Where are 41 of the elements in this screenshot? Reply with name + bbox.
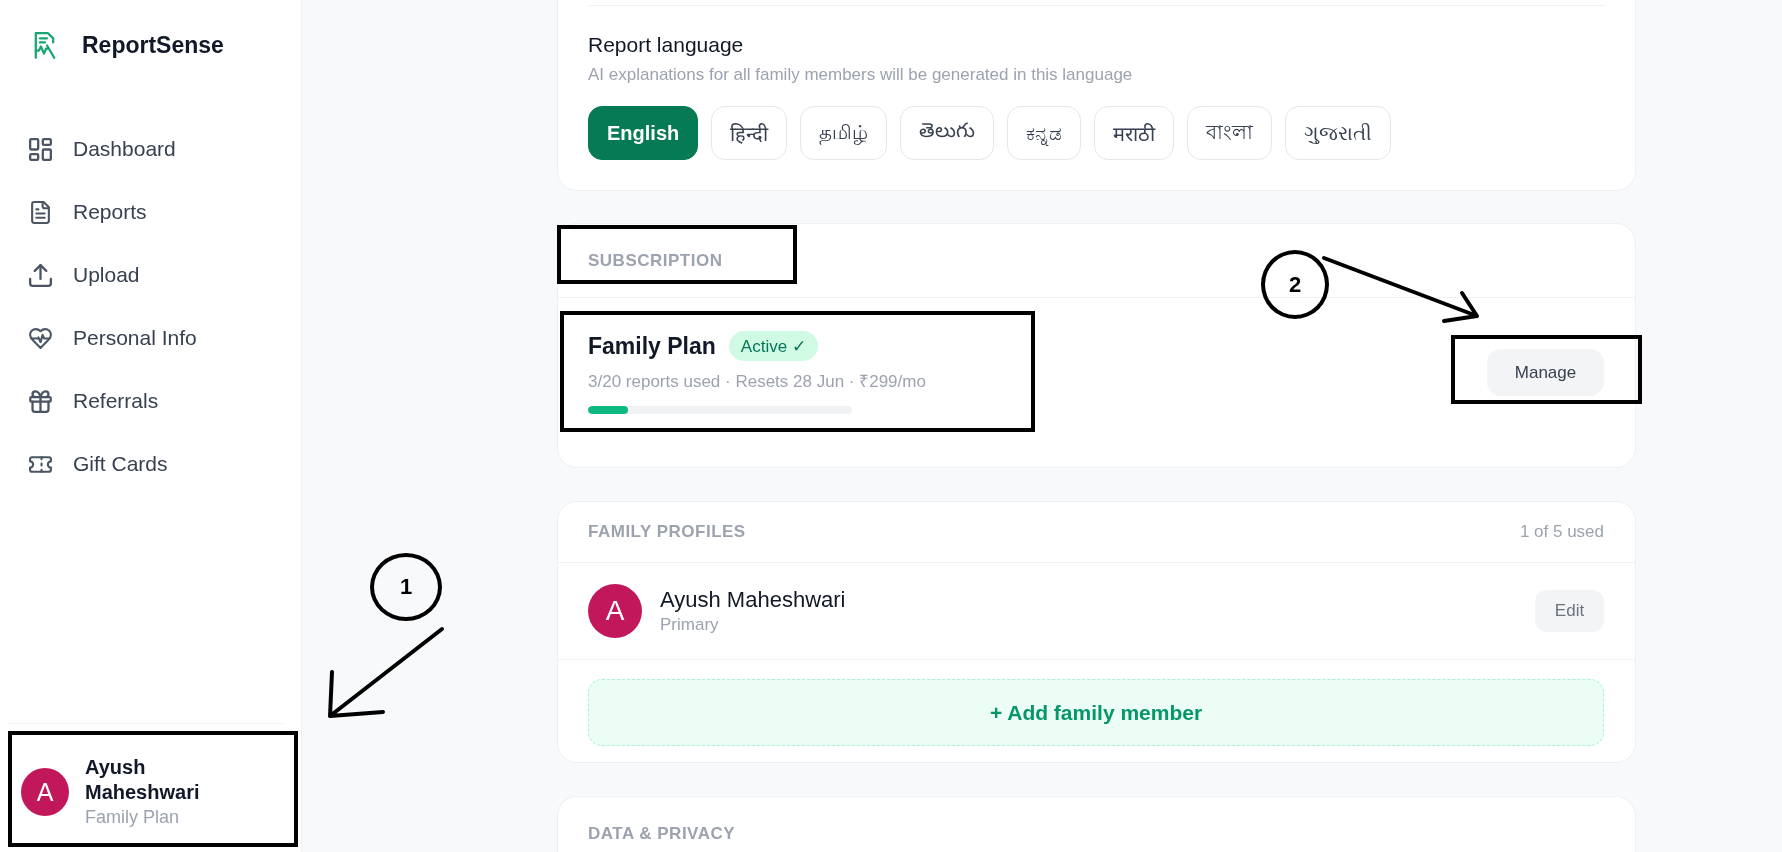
nav-item[interactable]: Personal Info (12, 313, 289, 363)
plan-usage: 3/20 reports used · Resets 28 Jun · ₹299/mo (588, 371, 926, 393)
nav-item[interactable]: Dashboard (12, 124, 289, 174)
nav-item[interactable]: Upload (12, 250, 289, 300)
section-description: AI explanations for all family members will be generated in this language (588, 64, 1134, 86)
member-role: Primary (660, 614, 720, 636)
add-member-button[interactable]: + Add family member (588, 679, 1604, 746)
document-icon (29, 200, 52, 224)
plan-name: Family Plan (588, 332, 716, 360)
manage-button[interactable]: Manage (1487, 349, 1604, 396)
language-option[interactable]: ಕನ್ನಡ (1007, 106, 1082, 160)
heart-pulse-icon (29, 326, 52, 350)
callout-number: 2 (1261, 250, 1329, 319)
brand-name: ReportSense (82, 31, 224, 59)
language-option[interactable]: English (588, 106, 699, 160)
status-badge: Active ✓ (728, 331, 818, 361)
upload-icon (29, 263, 52, 287)
edit-button[interactable]: Edit (1535, 590, 1604, 632)
nav-item[interactable]: Referrals (12, 376, 289, 426)
nav-item[interactable]: Reports (12, 187, 289, 237)
gift-icon (29, 389, 52, 413)
language-option[interactable]: हिन्दी (711, 106, 788, 160)
section-heading: DATA & PRIVACY (588, 824, 736, 843)
logo-icon (33, 31, 57, 59)
language-option[interactable]: मराठी (1094, 106, 1175, 160)
dashboard-icon (29, 137, 52, 161)
section-heading: SUBSCRIPTION (588, 249, 723, 272)
section-heading: FAMILY PROFILES (588, 521, 746, 543)
nav-item[interactable]: Gift Cards (12, 439, 289, 489)
language-option[interactable]: తెలుగు (900, 106, 995, 160)
member-name: Ayush Maheshwari (660, 586, 847, 613)
callout-number: 1 (370, 553, 442, 621)
language-option[interactable]: বাংলা (1187, 106, 1273, 160)
profile-count: 1 of 5 used (1519, 522, 1604, 542)
section-title: Report language (588, 32, 745, 58)
user-name: Ayush Maheshwari (85, 755, 201, 805)
language-option[interactable]: தமிழ் (800, 106, 888, 160)
member-avatar: A (588, 584, 642, 638)
language-option[interactable]: ગુજરાતી (1285, 106, 1392, 160)
user-avatar: A (21, 768, 69, 816)
user-plan: Family Plan (85, 806, 181, 829)
